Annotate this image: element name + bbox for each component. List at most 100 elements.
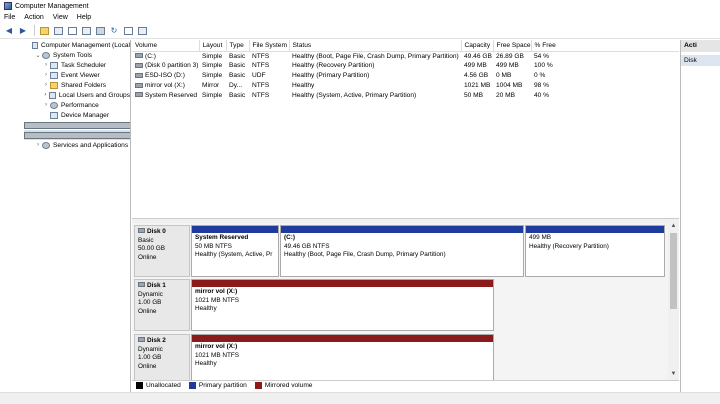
menu-view[interactable]: View bbox=[53, 14, 68, 21]
expand-right-icon[interactable]: › bbox=[42, 72, 50, 78]
tree-item-label: Device Manager bbox=[61, 111, 110, 119]
table-cell: Healthy (Recovery Partition) bbox=[289, 61, 461, 71]
table-row[interactable]: (C:) Simple Basic NTFS Healthy (Boot, Page F… bbox=[132, 51, 679, 61]
cell-text: 54 % bbox=[534, 52, 550, 60]
partition[interactable]: mirror vol (X:) 1021 MB NTFS Healthy bbox=[191, 279, 494, 331]
partition-size: 50 MB NTFS bbox=[195, 242, 232, 250]
volume-icon bbox=[135, 72, 143, 78]
partition-size: 49.46 GB NTFS bbox=[284, 242, 330, 250]
cell-text: Healthy (Primary Partition) bbox=[292, 71, 370, 79]
refresh-icon[interactable]: ↻ bbox=[109, 26, 119, 36]
cell-text: 4.56 GB bbox=[464, 71, 489, 79]
help-icon[interactable] bbox=[67, 26, 77, 36]
expand-down-icon[interactable]: ⌄ bbox=[34, 52, 42, 59]
partition[interactable]: 499 MB Healthy (Recovery Partition) bbox=[525, 225, 665, 277]
disk-view-scrollbar[interactable]: ▲ ▼ bbox=[668, 223, 679, 380]
users-icon bbox=[48, 91, 56, 99]
scroll-down-icon[interactable]: ▼ bbox=[668, 371, 679, 380]
actions-header: Acti bbox=[681, 40, 720, 52]
cell-text: 100 % bbox=[534, 62, 553, 70]
cell-text: UDF bbox=[252, 71, 266, 79]
column-header[interactable]: Capacity bbox=[461, 40, 494, 52]
disk-state: Online bbox=[138, 362, 157, 370]
partition[interactable]: (C:) 49.46 GB NTFS Healthy (Boot, Page Fil… bbox=[280, 225, 524, 277]
forward-arrow-icon[interactable]: ▶ bbox=[18, 26, 28, 36]
disk-name: Disk 0 bbox=[138, 228, 186, 237]
tree-item[interactable]: › Shared Folders bbox=[24, 80, 130, 90]
column-header[interactable]: Type bbox=[226, 40, 250, 52]
disk-label[interactable]: Disk 1 Dynamic 1.00 GB Online bbox=[134, 279, 190, 331]
partition-info: 499 MB Healthy (Recovery Partition) bbox=[526, 233, 664, 252]
table-row[interactable]: ESD-ISO (D:) Simple Basic UDF Healthy (Prima… bbox=[132, 71, 679, 81]
disk-label[interactable]: Disk 0 Basic 50.00 GB Online bbox=[134, 225, 190, 277]
partition-color-bar bbox=[192, 335, 493, 342]
column-header[interactable]: Status bbox=[289, 40, 462, 52]
table-cell: Healthy (System, Active, Primary Partiti… bbox=[289, 90, 461, 100]
expand-right-icon[interactable]: › bbox=[42, 92, 49, 98]
tree-item[interactable]: › Local Users and Groups bbox=[24, 90, 130, 100]
device-manager-icon bbox=[50, 111, 58, 119]
expand-right-icon[interactable]: › bbox=[42, 82, 50, 88]
disk-graphical-view: Disk 0 Basic 50.00 GB Online System Reserved… bbox=[132, 223, 668, 380]
cell-text: Basic bbox=[229, 52, 246, 60]
cell-text: Simple bbox=[202, 52, 223, 60]
disk-type: Dynamic bbox=[138, 345, 163, 353]
partition[interactable]: System Reserved 50 MB NTFS Healthy (System… bbox=[191, 225, 279, 277]
partition-size: 1021 MB NTFS bbox=[195, 296, 240, 304]
table-cell: 1021 MB bbox=[461, 80, 493, 90]
show-hide-tree-icon[interactable] bbox=[53, 26, 63, 36]
tree-item[interactable]: › Event Viewer bbox=[24, 70, 130, 80]
up-folder-icon[interactable] bbox=[39, 26, 49, 36]
toolbar: ◀ ▶ ↻ bbox=[0, 23, 720, 39]
legend-entry: Unallocated bbox=[136, 382, 181, 389]
partition[interactable]: mirror vol (X:) 1021 MB NTFS Healthy bbox=[191, 334, 494, 380]
tree-item[interactable]: Disk Management bbox=[24, 130, 130, 140]
partition-info: System Reserved 50 MB NTFS Healthy (System… bbox=[192, 233, 278, 261]
menu-help[interactable]: Help bbox=[77, 14, 91, 21]
menu-action[interactable]: Action bbox=[24, 14, 43, 21]
table-cell: ESD-ISO (D:) bbox=[132, 71, 199, 81]
table-cell: NTFS bbox=[249, 90, 289, 100]
disk-label[interactable]: Disk 2 Dynamic 1.00 GB Online bbox=[134, 334, 190, 380]
volume-icon bbox=[135, 82, 143, 88]
tree-item[interactable]: › Performance bbox=[24, 100, 130, 110]
tree-item[interactable]: Device Manager bbox=[24, 110, 130, 120]
column-header[interactable]: Free Space bbox=[493, 40, 532, 52]
tools-icon bbox=[42, 51, 50, 59]
actions-disk-management[interactable]: Disk bbox=[681, 55, 720, 66]
scroll-up-icon[interactable]: ▲ bbox=[668, 223, 679, 232]
computer-management-icon bbox=[4, 2, 12, 10]
tree-item[interactable]: › Task Scheduler bbox=[24, 60, 130, 70]
menu-file[interactable]: File bbox=[4, 14, 15, 21]
title-bar: Computer Management bbox=[0, 0, 720, 12]
export-list-icon[interactable] bbox=[123, 26, 133, 36]
table-row[interactable]: (Disk 0 partition 3) Simple Basic NTFS Healt… bbox=[132, 61, 679, 71]
settings-icon[interactable] bbox=[95, 26, 105, 36]
disk-size: 50.00 GB bbox=[138, 245, 166, 252]
disk-icon bbox=[138, 228, 145, 233]
disk-type: Basic bbox=[138, 236, 154, 244]
legend-swatch bbox=[136, 382, 143, 389]
column-header[interactable]: Layout bbox=[199, 40, 227, 52]
storage-icon bbox=[24, 121, 130, 129]
clock-icon bbox=[50, 61, 58, 69]
back-arrow-icon[interactable]: ◀ bbox=[4, 26, 14, 36]
expand-right-icon[interactable]: › bbox=[34, 142, 42, 148]
disk-icon bbox=[24, 131, 130, 139]
tree-item[interactable]: ⌄Storage bbox=[24, 120, 130, 130]
scrollbar-thumb[interactable] bbox=[670, 233, 677, 309]
expand-right-icon[interactable]: › bbox=[42, 102, 50, 108]
column-header[interactable]: Volume bbox=[132, 40, 200, 52]
view-icon[interactable] bbox=[137, 26, 147, 36]
column-header[interactable]: File System bbox=[249, 40, 290, 52]
tree-item[interactable]: ⌄ System Tools bbox=[24, 50, 130, 60]
tree-item[interactable]: Computer Management (Local bbox=[24, 40, 130, 50]
table-row[interactable]: mirror vol (X:) Mirror Dy... NTFS Healthy 102… bbox=[132, 80, 679, 90]
disk-state: Online bbox=[138, 253, 157, 261]
properties-icon[interactable] bbox=[81, 26, 91, 36]
table-cell: 98 % bbox=[531, 80, 679, 90]
expand-right-icon[interactable]: › bbox=[42, 62, 50, 68]
column-header[interactable]: % Free bbox=[531, 40, 679, 52]
tree-item[interactable]: › Services and Applications bbox=[24, 140, 130, 150]
table-row[interactable]: System Reserved Simple Basic NTFS Healthy (S… bbox=[132, 90, 679, 100]
